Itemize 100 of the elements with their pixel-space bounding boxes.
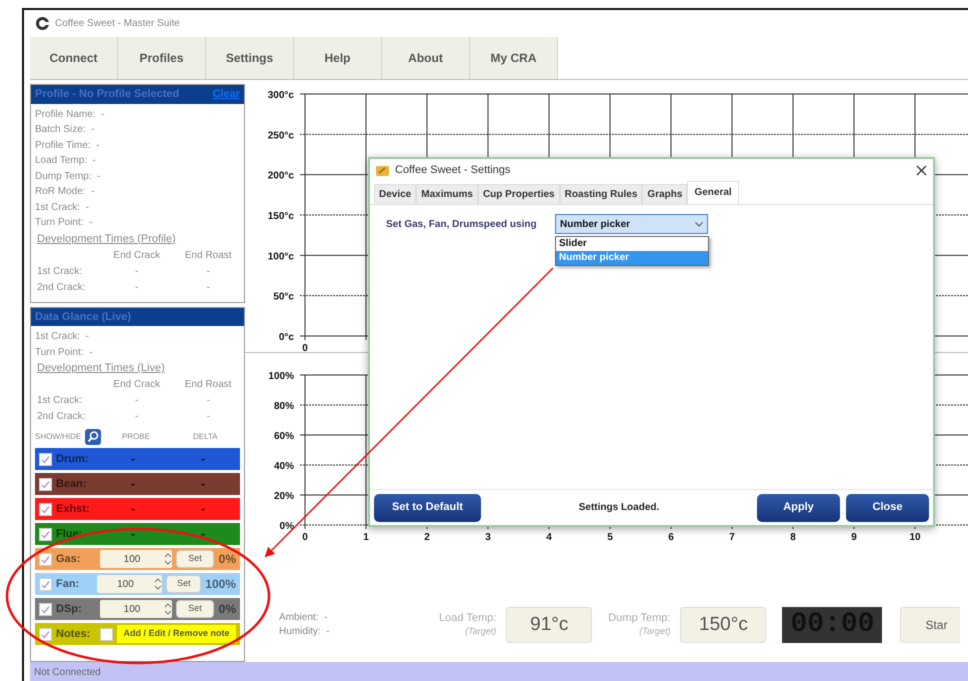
probe-value: - <box>130 500 136 518</box>
probe-value: - <box>130 525 136 544</box>
table-cell-text: - <box>206 394 211 408</box>
readout-text: Humidity: - <box>279 625 331 639</box>
start-button[interactable]: Star <box>900 607 960 643</box>
menu-button[interactable]: Profiles <box>118 37 206 79</box>
field-text: Dump Temp: - <box>34 170 100 184</box>
tab[interactable]: Graphs <box>642 184 688 204</box>
spinner-arrows-icon[interactable] <box>154 577 162 591</box>
dialog-button[interactable]: Apply <box>757 494 840 522</box>
tab[interactable]: Device <box>374 184 416 204</box>
channel-name: Notes: <box>56 626 92 642</box>
row-label: 2nd Crack: <box>36 280 86 294</box>
spinner-arrows-icon[interactable] <box>164 602 172 616</box>
percent-reading: 0% <box>218 601 236 618</box>
field-text: 1st Crack: - <box>34 330 89 344</box>
axis-label: 3 <box>485 532 491 543</box>
channel-name: Bean: <box>56 476 88 492</box>
axis-label: 7 <box>729 532 735 543</box>
panel-title: Profile - No Profile Selected <box>35 87 180 102</box>
tab[interactable]: Roasting Rules <box>560 184 642 204</box>
dialog-button[interactable]: Close <box>846 494 929 522</box>
checkbox[interactable] <box>39 578 52 590</box>
set-button[interactable]: Set <box>166 575 202 593</box>
number-spinner[interactable]: 100 <box>96 575 162 593</box>
checkbox[interactable] <box>39 552 52 566</box>
axis-label: 0% <box>280 521 294 532</box>
field-text: Turn Point: - <box>34 346 92 360</box>
field-text: Profile Name: - <box>34 108 104 122</box>
menu-button[interactable]: My CRA <box>470 37 558 79</box>
axis-label: 50°c <box>273 292 294 303</box>
spinner-arrows-icon[interactable] <box>164 552 172 566</box>
field-text: Batch Size: - <box>34 123 94 137</box>
number-spinner[interactable]: 100 <box>100 550 172 568</box>
axis-label: 2 <box>424 532 430 543</box>
tab[interactable]: Maximums <box>416 184 478 204</box>
checkbox[interactable] <box>39 528 52 540</box>
table-cell-text: - <box>134 280 140 294</box>
menu-button[interactable]: About <box>382 37 470 79</box>
status-bar: Not Connected <box>30 662 968 681</box>
axis-label: 100°c <box>268 251 294 262</box>
column-header: End Roast <box>184 378 233 392</box>
section-title: Development Times (Live) <box>36 361 166 376</box>
delta-value: - <box>200 450 206 468</box>
checkbox[interactable] <box>39 452 52 466</box>
checkbox[interactable] <box>39 628 52 640</box>
axis-label: 80% <box>274 401 294 412</box>
column-header: End Roast <box>184 248 233 262</box>
field-text: Turn Point: - <box>34 216 92 230</box>
axis-label: 300°c <box>268 90 294 101</box>
row-label: 2nd Crack: <box>36 410 86 424</box>
checkbox[interactable] <box>39 478 52 490</box>
tab[interactable]: Cup Properties <box>478 184 560 204</box>
search-icon[interactable] <box>85 429 102 445</box>
target-value-field[interactable]: 91°c <box>506 607 592 643</box>
default-button[interactable]: Set to Default <box>374 494 481 522</box>
dialog-title: Coffee Sweet - Settings <box>395 162 512 178</box>
setting-label: Set Gas, Fan, Drumspeed using <box>386 219 537 230</box>
axis-label: 4 <box>546 532 552 543</box>
probe-value: - <box>130 475 136 494</box>
column-header: End Crack <box>112 378 162 392</box>
checkbox[interactable] <box>39 502 52 516</box>
channel-name: Exhst: <box>56 502 91 517</box>
target-label: Load Temp: (Target) <box>439 612 496 638</box>
checkbox[interactable] <box>100 628 113 640</box>
tab[interactable]: General <box>687 181 739 204</box>
column-header: SHOW/HIDE <box>35 431 82 443</box>
channel-name: Gas: <box>56 552 82 567</box>
menu-button[interactable]: Help <box>294 37 382 79</box>
axis-label: 100% <box>268 371 294 382</box>
channel-name: Drum: <box>56 452 90 467</box>
close-icon[interactable] <box>916 164 927 176</box>
axis-label: 10 <box>909 532 921 543</box>
checkbox[interactable] <box>39 602 52 616</box>
menu-button[interactable]: Connect <box>30 37 118 79</box>
dropdown-field[interactable]: Number picker <box>555 214 708 234</box>
axis-label: 0°c <box>278 332 294 343</box>
set-button[interactable]: Set <box>176 600 214 618</box>
number-spinner[interactable]: 100 <box>100 600 172 618</box>
target-value-field[interactable]: 150°c <box>680 607 766 643</box>
field-text: RoR Mode: - <box>34 185 94 199</box>
dropdown-option[interactable]: Slider <box>556 237 708 251</box>
axis-label: 9 <box>851 532 857 543</box>
axis-label: 20% <box>274 491 294 502</box>
row-label: 1st Crack: <box>36 394 84 408</box>
field-text: Profile Time: - <box>34 138 100 152</box>
delta-value: - <box>200 500 206 518</box>
field-text: 1st Crack: - <box>34 200 89 214</box>
column-header: PROBE <box>120 431 151 443</box>
status-text: Settings Loaded. <box>578 501 660 515</box>
axis-label: 1 <box>363 532 369 543</box>
table-cell-text: - <box>206 410 211 424</box>
set-button[interactable]: Set <box>176 550 214 568</box>
table-cell-text: - <box>134 264 140 278</box>
menu-button[interactable]: Settings <box>206 37 294 79</box>
panel-title: Data Glance (Live) <box>35 310 131 324</box>
notes-button[interactable]: Add / Edit / Remove note <box>117 625 236 643</box>
axis-label: 60% <box>274 431 294 442</box>
axis-label: 200°c <box>268 170 294 182</box>
column-header: DELTA <box>192 431 219 443</box>
